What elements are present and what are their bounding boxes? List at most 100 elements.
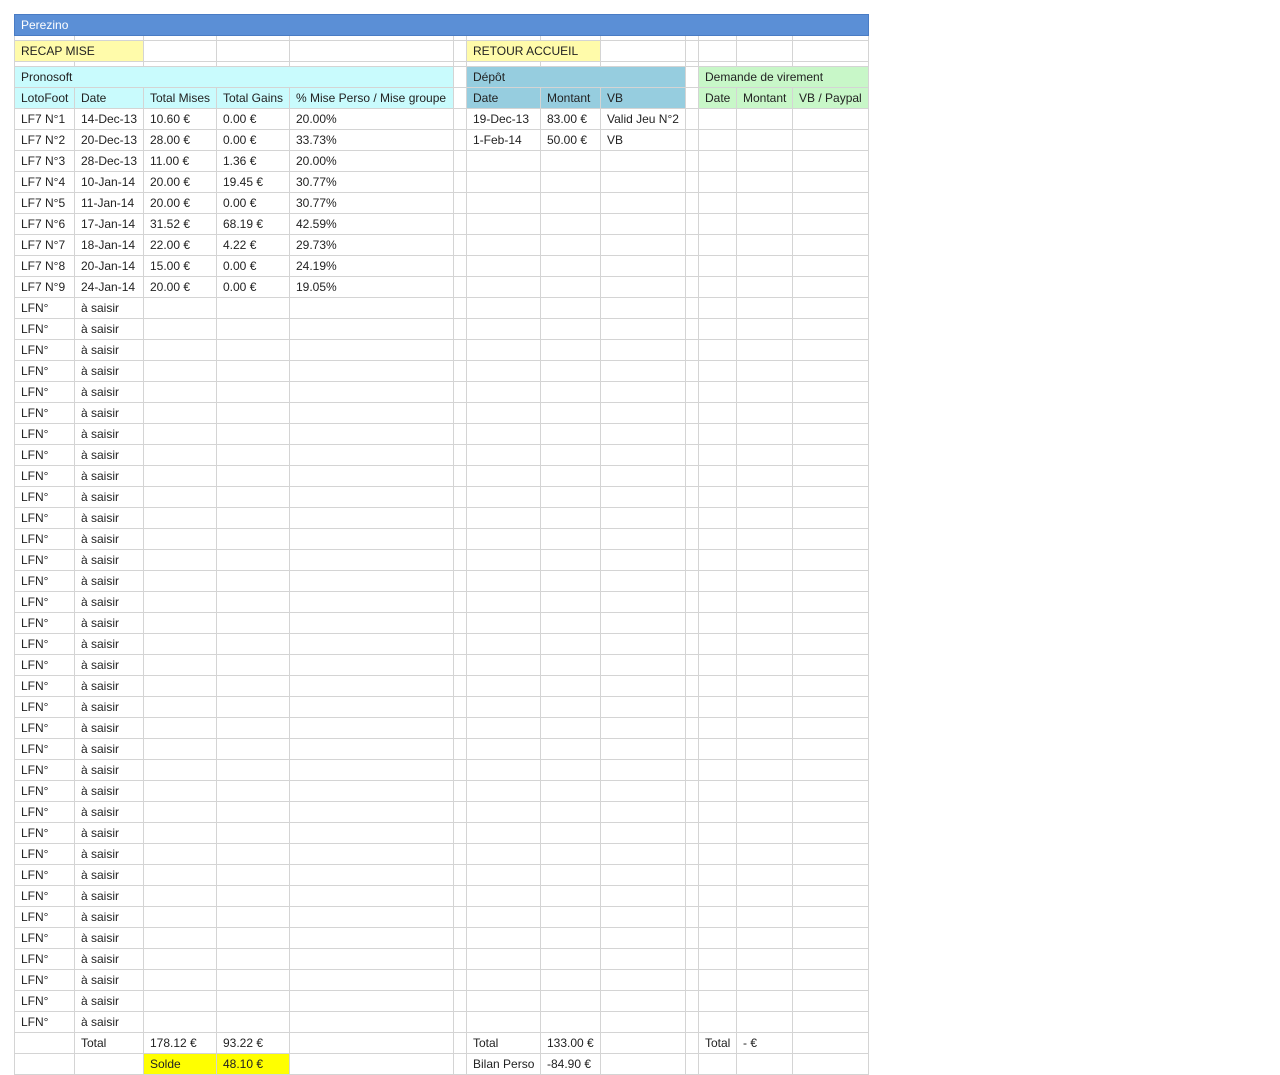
depot-cell[interactable] — [466, 234, 541, 256]
depot-cell[interactable] — [600, 738, 686, 760]
pronosoft-cell[interactable]: 0.00 € — [216, 276, 290, 298]
pronosoft-cell[interactable]: à saisir — [74, 318, 144, 340]
virement-cell[interactable] — [698, 780, 737, 802]
pronosoft-cell[interactable] — [216, 486, 290, 508]
depot-cell[interactable] — [540, 465, 601, 487]
depot-cell[interactable] — [466, 591, 541, 613]
depot-cell[interactable] — [600, 528, 686, 550]
pronosoft-cell[interactable] — [289, 864, 454, 886]
depot-cell[interactable] — [600, 171, 686, 193]
depot-cell[interactable] — [466, 171, 541, 193]
pronosoft-cell[interactable] — [143, 612, 217, 634]
virement-cell[interactable] — [736, 507, 793, 529]
depot-cell[interactable] — [466, 696, 541, 718]
pronosoft-cell[interactable]: à saisir — [74, 486, 144, 508]
pronosoft-cell[interactable] — [143, 402, 217, 424]
virement-cell[interactable] — [736, 360, 793, 382]
empty-cell[interactable] — [453, 40, 467, 62]
depot-cell[interactable] — [600, 150, 686, 172]
depot-cell[interactable] — [540, 276, 601, 298]
virement-cell[interactable] — [792, 843, 869, 865]
pronosoft-cell[interactable]: 18-Jan-14 — [74, 234, 144, 256]
pronosoft-cell[interactable] — [216, 990, 290, 1012]
virement-cell[interactable] — [698, 969, 737, 991]
depot-cell[interactable] — [540, 255, 601, 277]
depot-cell[interactable] — [540, 234, 601, 256]
virement-cell[interactable] — [736, 402, 793, 424]
pronosoft-cell[interactable] — [216, 717, 290, 739]
virement-cell[interactable] — [736, 717, 793, 739]
virement-cell[interactable] — [698, 990, 737, 1012]
depot-cell[interactable] — [600, 507, 686, 529]
depot-cell[interactable] — [540, 738, 601, 760]
pronosoft-cell[interactable]: à saisir — [74, 927, 144, 949]
pronosoft-cell[interactable]: LFN° — [14, 549, 75, 571]
depot-cell[interactable] — [540, 297, 601, 319]
virement-cell[interactable] — [698, 654, 737, 676]
pronosoft-cell[interactable] — [143, 864, 217, 886]
pronosoft-cell[interactable] — [143, 759, 217, 781]
pronosoft-cell[interactable] — [143, 801, 217, 823]
virement-cell[interactable] — [698, 108, 737, 130]
virement-cell[interactable] — [736, 465, 793, 487]
depot-cell[interactable] — [540, 612, 601, 634]
pronosoft-cell[interactable]: 0.00 € — [216, 192, 290, 214]
pronosoft-cell[interactable]: LFN° — [14, 696, 75, 718]
pronosoft-cell[interactable]: à saisir — [74, 465, 144, 487]
depot-cell[interactable] — [600, 885, 686, 907]
pronosoft-cell[interactable] — [289, 1011, 454, 1033]
pronosoft-cell[interactable]: LFN° — [14, 528, 75, 550]
pronosoft-cell[interactable]: 11-Jan-14 — [74, 192, 144, 214]
pronosoft-cell[interactable] — [143, 486, 217, 508]
pronosoft-cell[interactable]: 10.60 € — [143, 108, 217, 130]
virement-cell[interactable] — [698, 906, 737, 928]
virement-cell[interactable] — [698, 255, 737, 277]
pronosoft-cell[interactable]: LF7 N°7 — [14, 234, 75, 256]
depot-cell[interactable]: 1-Feb-14 — [466, 129, 541, 151]
virement-cell[interactable] — [736, 150, 793, 172]
pronosoft-cell[interactable] — [216, 591, 290, 613]
pronosoft-cell[interactable]: à saisir — [74, 675, 144, 697]
pronosoft-cell[interactable]: à saisir — [74, 528, 144, 550]
virement-cell[interactable] — [698, 381, 737, 403]
empty-cell[interactable] — [289, 40, 454, 62]
depot-cell[interactable] — [540, 444, 601, 466]
virement-cell[interactable] — [698, 129, 737, 151]
depot-cell[interactable] — [600, 318, 686, 340]
pronosoft-cell[interactable]: à saisir — [74, 339, 144, 361]
depot-cell[interactable] — [600, 234, 686, 256]
pronosoft-cell[interactable]: 20.00 € — [143, 171, 217, 193]
virement-cell[interactable] — [736, 297, 793, 319]
pronosoft-cell[interactable]: LFN° — [14, 507, 75, 529]
pronosoft-cell[interactable] — [143, 1011, 217, 1033]
depot-cell[interactable] — [466, 192, 541, 214]
pronosoft-cell[interactable]: à saisir — [74, 801, 144, 823]
depot-cell[interactable] — [466, 927, 541, 949]
pronosoft-cell[interactable]: à saisir — [74, 297, 144, 319]
pronosoft-cell[interactable] — [216, 675, 290, 697]
depot-cell[interactable] — [466, 507, 541, 529]
depot-cell[interactable] — [466, 675, 541, 697]
virement-cell[interactable] — [736, 171, 793, 193]
depot-cell[interactable] — [540, 801, 601, 823]
pronosoft-cell[interactable] — [216, 801, 290, 823]
virement-cell[interactable] — [736, 696, 793, 718]
pronosoft-cell[interactable] — [289, 465, 454, 487]
virement-cell[interactable] — [736, 234, 793, 256]
virement-cell[interactable] — [736, 213, 793, 235]
depot-cell[interactable]: VB — [600, 129, 686, 151]
pronosoft-cell[interactable] — [216, 906, 290, 928]
virement-cell[interactable] — [792, 633, 869, 655]
pronosoft-cell[interactable] — [216, 612, 290, 634]
pronosoft-cell[interactable] — [143, 423, 217, 445]
virement-cell[interactable] — [698, 423, 737, 445]
depot-cell[interactable] — [600, 780, 686, 802]
pronosoft-cell[interactable] — [216, 696, 290, 718]
pronosoft-cell[interactable] — [143, 843, 217, 865]
empty-cell[interactable] — [216, 40, 290, 62]
virement-cell[interactable] — [792, 213, 869, 235]
pronosoft-cell[interactable]: LFN° — [14, 402, 75, 424]
pronosoft-cell[interactable] — [289, 717, 454, 739]
pronosoft-cell[interactable]: à saisir — [74, 969, 144, 991]
depot-cell[interactable] — [466, 906, 541, 928]
